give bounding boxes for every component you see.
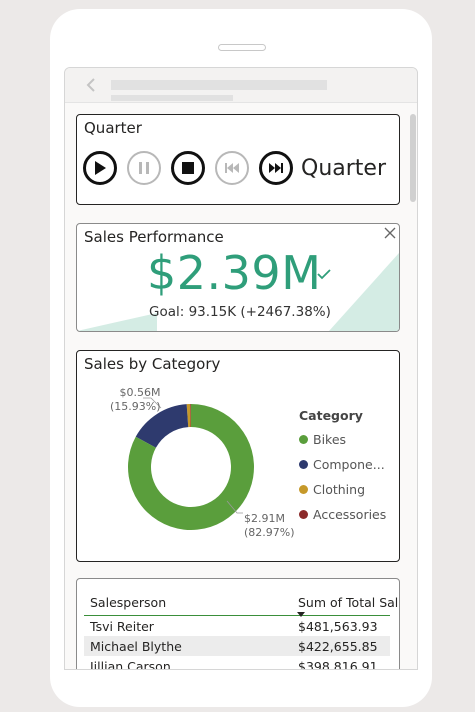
vertical-scrollbar[interactable]: [410, 114, 416, 202]
sales-performance-kpi-card[interactable]: Sales Performance $2.39M Goal: 93.15K (+…: [76, 223, 400, 332]
kpi-value: $2.39M: [147, 246, 322, 300]
total-sales-cell: $422,655.85: [298, 639, 378, 654]
legend-item-components[interactable]: Compone...: [299, 457, 385, 472]
kpi-goal-text: Goal: 93.15K (+2467.38%): [149, 304, 331, 320]
salesperson-cell: Tsvi Reiter: [90, 619, 154, 634]
checkmark-icon: [317, 269, 331, 280]
total-sales-cell: $481,563.93: [298, 619, 378, 634]
play-button[interactable]: [83, 151, 117, 185]
play-axis-controls: Quarter: [83, 151, 386, 185]
skip-previous-icon: [225, 163, 239, 173]
play-icon: [95, 161, 106, 175]
pause-button[interactable]: [127, 151, 161, 185]
salesperson-table-card: Salesperson Sum of Total Sal Tsvi Reiter…: [76, 578, 400, 670]
components-data-label: $0.56M (15.93%): [110, 386, 161, 414]
legend-dot-accessories: [299, 510, 308, 519]
components-percent-label: (15.93%): [110, 400, 161, 413]
stop-button[interactable]: [171, 151, 205, 185]
sales-by-category-card: Sales by Category $0.56M (15.93%) $2.91M…: [76, 350, 400, 562]
table-row[interactable]: Tsvi Reiter $481,563.93: [84, 616, 390, 636]
column-header-salesperson[interactable]: Salesperson: [90, 595, 166, 610]
header-subtitle-placeholder: [111, 95, 233, 101]
components-value-label: $0.56M: [119, 386, 161, 399]
legend-title: Category: [299, 408, 363, 423]
phone-speaker: [218, 44, 266, 51]
back-arrow-icon[interactable]: [83, 77, 99, 93]
table-row[interactable]: Jillian Carson $398,816.91: [84, 656, 390, 670]
legend-item-accessories[interactable]: Accessories: [299, 507, 386, 522]
salesperson-table: Salesperson Sum of Total Sal Tsvi Reiter…: [84, 587, 398, 670]
column-header-total-sales[interactable]: Sum of Total Sal: [298, 595, 398, 610]
bikes-value-label: $2.91M: [244, 512, 285, 525]
bikes-data-label: $2.91M (82.97%): [244, 512, 295, 540]
kpi-trend-area-left: [77, 313, 157, 331]
next-button[interactable]: [259, 151, 293, 185]
table-header: Salesperson Sum of Total Sal: [84, 587, 398, 617]
table-row[interactable]: Michael Blythe $422,655.85: [84, 636, 390, 656]
legend-label-bikes: Bikes: [313, 432, 347, 447]
current-quarter-label: Quarter: [301, 155, 386, 181]
legend-dot-bikes: [299, 435, 308, 444]
kpi-title: Sales Performance: [84, 228, 224, 246]
legend-item-clothing[interactable]: Clothing: [299, 482, 365, 497]
quarter-slicer-title: Quarter: [84, 119, 142, 137]
header-title-placeholder: [111, 80, 327, 90]
legend-label-components: Compone...: [313, 457, 385, 472]
report-screen: Quarter Quarter Sales Performance $2.39M…: [64, 67, 418, 670]
total-sales-cell: $398,816.91: [298, 659, 378, 670]
legend-dot-clothing: [299, 485, 308, 494]
bikes-percent-label: (82.97%): [244, 526, 295, 539]
stop-icon: [182, 162, 194, 174]
legend-dot-components: [299, 460, 308, 469]
salesperson-cell: Michael Blythe: [90, 639, 182, 654]
legend-label-clothing: Clothing: [313, 482, 366, 497]
salesperson-cell: Jillian Carson: [90, 659, 171, 670]
legend-item-bikes[interactable]: Bikes: [299, 432, 346, 447]
skip-next-icon: [269, 163, 283, 173]
close-icon[interactable]: [383, 226, 397, 240]
report-header: [65, 68, 417, 103]
kpi-trend-area-right: [329, 253, 399, 331]
previous-button[interactable]: [215, 151, 249, 185]
quarter-slicer-card: Quarter Quarter: [76, 114, 400, 205]
legend-label-accessories: Accessories: [313, 507, 387, 522]
pause-icon: [139, 162, 149, 174]
